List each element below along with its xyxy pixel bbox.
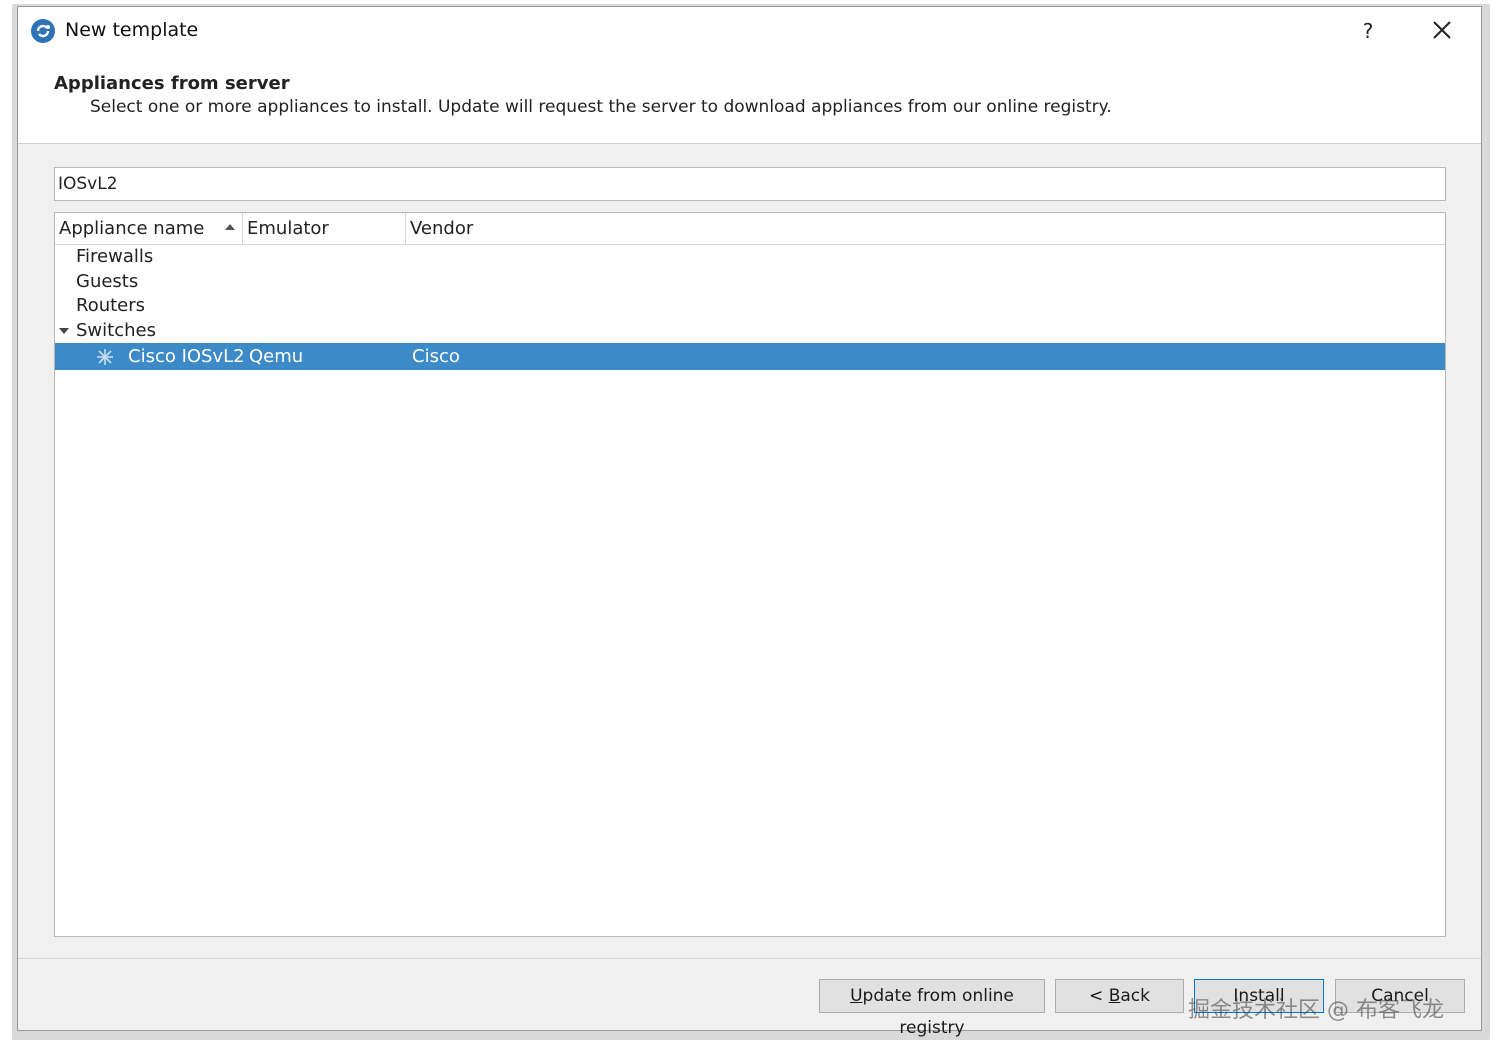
expand-arrow-icon[interactable] <box>59 328 69 334</box>
appliance-filter-input[interactable] <box>54 167 1446 201</box>
column-header-vendor[interactable]: Vendor <box>406 213 1445 244</box>
category-label: Switches <box>76 320 156 341</box>
column-header-emulator[interactable]: Emulator <box>243 213 406 244</box>
column-header-label: Vendor <box>410 218 474 239</box>
close-icon <box>1433 21 1451 39</box>
category-label: Routers <box>76 295 146 316</box>
back-button[interactable]: < Back <box>1055 979 1184 1013</box>
column-header-appliance-name[interactable]: Appliance name <box>55 213 243 244</box>
appliance-tree[interactable]: Appliance name Emulator Vendor Firewalls… <box>54 212 1446 937</box>
update-from-registry-button[interactable]: Update from online registry <box>819 979 1045 1038</box>
page-subtitle: Select one or more appliances to install… <box>90 97 1112 117</box>
tree-category-firewalls[interactable]: Firewalls <box>55 244 1445 269</box>
button-label-prefix: < <box>1089 986 1109 1006</box>
emulator-cell: Qemu <box>249 346 304 367</box>
appliance-name-cell: Cisco IOSvL2 <box>128 346 245 367</box>
window-title: New template <box>65 19 199 41</box>
tree-category-guests[interactable]: Guests <box>55 269 1445 294</box>
gns3-app-icon <box>31 19 55 43</box>
tree-header: Appliance name Emulator Vendor <box>55 213 1445 245</box>
page-title: Appliances from server <box>54 73 290 94</box>
cancel-button[interactable]: Cancel <box>1335 979 1465 1013</box>
table-row-selected[interactable]: Cisco IOSvL2 Qemu Cisco <box>55 343 1445 370</box>
title-bar: New template ? <box>18 7 1481 57</box>
sort-ascending-icon <box>225 224 235 230</box>
button-label: pdate from online registry <box>862 986 1014 1038</box>
mnemonic-letter: B <box>1108 986 1121 1006</box>
wizard-header: Appliances from server Select one or mor… <box>18 57 1481 144</box>
category-label: Guests <box>76 271 139 292</box>
column-header-label: Appliance name <box>59 218 205 239</box>
new-template-dialog: New template ? Appliances from server Se… <box>17 6 1482 1038</box>
tree-category-routers[interactable]: Routers <box>55 293 1445 318</box>
close-button[interactable] <box>1425 15 1459 47</box>
mnemonic-letter: U <box>850 986 863 1006</box>
help-button[interactable]: ? <box>1351 15 1385 47</box>
install-button[interactable]: Install <box>1194 979 1324 1013</box>
vendor-cell: Cisco <box>412 346 460 367</box>
tree-category-switches[interactable]: Switches <box>55 318 1445 343</box>
category-label: Firewalls <box>76 246 154 267</box>
column-header-label: Emulator <box>247 218 329 239</box>
button-label: ack <box>1120 986 1150 1006</box>
footer-divider <box>18 958 1481 959</box>
switch-icon <box>97 349 113 365</box>
